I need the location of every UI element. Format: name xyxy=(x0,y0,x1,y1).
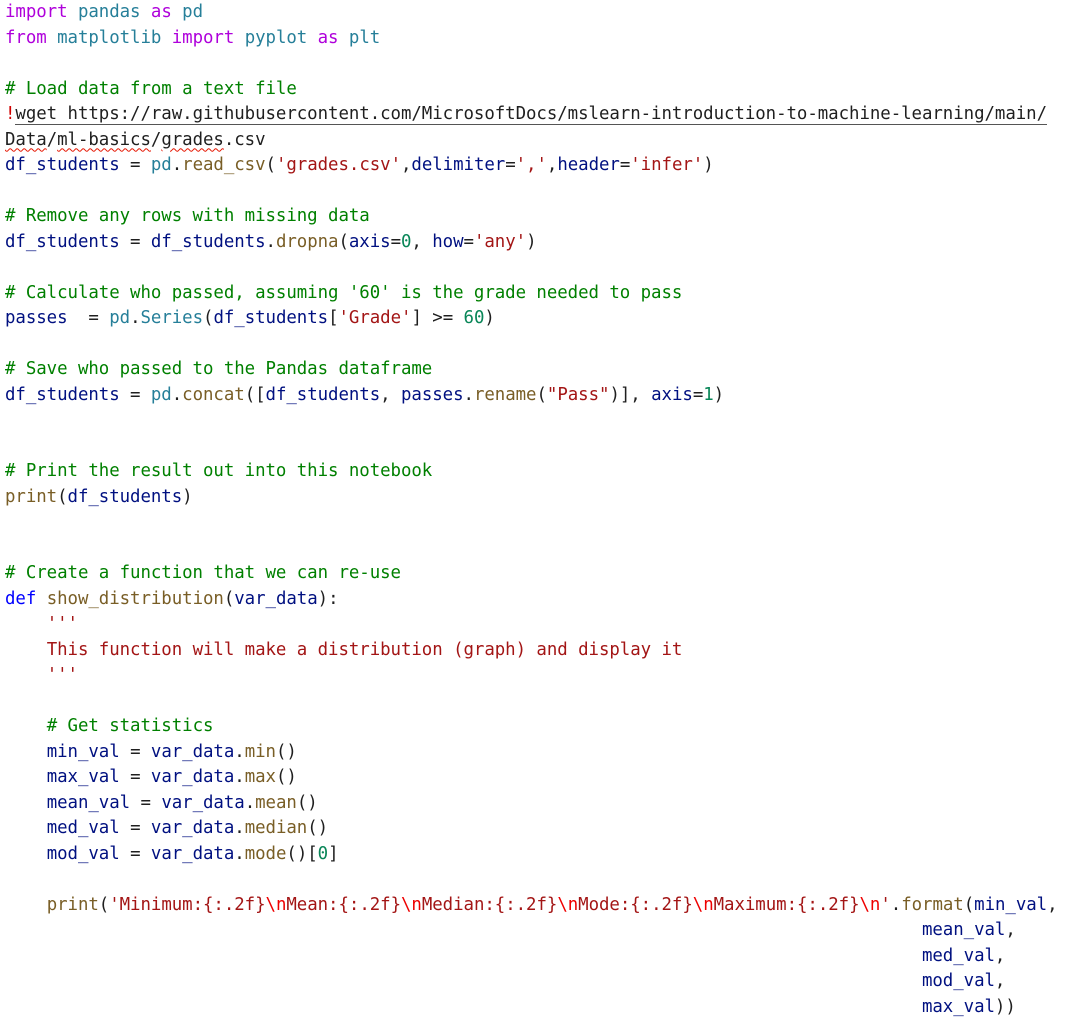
code-line[interactable]: Data/ml-basics/grades.csv xyxy=(5,128,1058,154)
code-line[interactable]: from matplotlib import pyplot as plt xyxy=(5,26,1058,52)
code-line[interactable]: # Remove any rows with missing data xyxy=(5,204,1058,230)
code-line[interactable]: ''' xyxy=(5,612,1058,638)
code-line[interactable]: import pandas as pd xyxy=(5,0,1058,26)
code-line[interactable]: print('Minimum:{:.2f}\nMean:{:.2f}\nMedi… xyxy=(5,893,1058,919)
code-line[interactable]: !wget https://raw.githubusercontent.com/… xyxy=(5,102,1058,128)
code-line[interactable]: # Create a function that we can re-use xyxy=(5,561,1058,587)
code-line[interactable]: # Load data from a text file xyxy=(5,77,1058,103)
code-line[interactable]: ''' xyxy=(5,663,1058,689)
code-line[interactable]: # Get statistics xyxy=(5,714,1058,740)
code-line[interactable]: This function will make a distribution (… xyxy=(5,638,1058,664)
code-line[interactable] xyxy=(5,689,1058,715)
code-line[interactable] xyxy=(5,510,1058,536)
code-line[interactable] xyxy=(5,51,1058,77)
code-line[interactable]: df_students = df_students.dropna(axis=0,… xyxy=(5,230,1058,256)
code-line[interactable] xyxy=(5,255,1058,281)
code-line[interactable] xyxy=(5,434,1058,460)
code-line[interactable]: print(df_students) xyxy=(5,485,1058,511)
code-line[interactable]: min_val = var_data.min() xyxy=(5,740,1058,766)
code-area[interactable]: import pandas as pd from matplotlib impor… xyxy=(5,0,1058,1020)
code-line[interactable]: df_students = pd.concat([df_students, pa… xyxy=(5,383,1058,409)
code-line[interactable]: mean_val = var_data.mean() xyxy=(5,791,1058,817)
code-line[interactable] xyxy=(5,408,1058,434)
code-line[interactable]: mod_val = var_data.mode()[0] xyxy=(5,842,1058,868)
code-line[interactable]: passes = pd.Series(df_students['Grade'] … xyxy=(5,306,1058,332)
code-line[interactable]: # Print the result out into this noteboo… xyxy=(5,459,1058,485)
code-line[interactable]: # Calculate who passed, assuming '60' is… xyxy=(5,281,1058,307)
code-line[interactable] xyxy=(5,867,1058,893)
code-line[interactable]: df_students = pd.read_csv('grades.csv',d… xyxy=(5,153,1058,179)
code-line[interactable]: med_val = var_data.median() xyxy=(5,816,1058,842)
code-line[interactable] xyxy=(5,332,1058,358)
code-line[interactable]: max_val)) xyxy=(5,995,1058,1021)
code-line[interactable]: def show_distribution(var_data): xyxy=(5,587,1058,613)
code-line[interactable] xyxy=(5,536,1058,562)
code-line[interactable]: med_val, xyxy=(5,944,1058,970)
code-editor[interactable]: import pandas as pd from matplotlib impor… xyxy=(0,0,1084,1030)
code-line[interactable] xyxy=(5,179,1058,205)
code-line[interactable]: # Save who passed to the Pandas datafram… xyxy=(5,357,1058,383)
code-line[interactable]: mod_val, xyxy=(5,969,1058,995)
code-line[interactable]: max_val = var_data.max() xyxy=(5,765,1058,791)
code-line[interactable]: mean_val, xyxy=(5,918,1058,944)
